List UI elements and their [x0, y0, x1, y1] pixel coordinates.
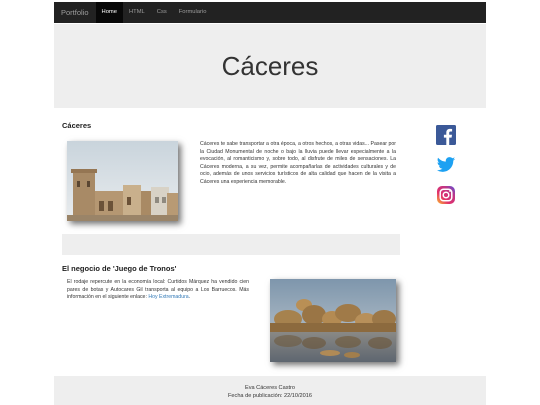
navbar-brand[interactable]: Portfolio [54, 2, 96, 23]
instagram-icon[interactable] [436, 185, 456, 205]
nav-item-home[interactable]: Home [95, 2, 123, 23]
section-title-caceres: Cáceres [62, 121, 92, 130]
page-title: Cáceres [221, 50, 319, 81]
section2-text-end: . [188, 294, 191, 301]
jumbotron: Cáceres [54, 24, 486, 108]
nav-item-formulario[interactable]: Formulario [173, 2, 213, 23]
nav-item-html[interactable]: HTML [123, 2, 151, 23]
section2-text: El rodaje repercute en la economía local… [67, 279, 249, 302]
section1-text: Cáceres te sabe transportar a otra época… [200, 141, 396, 185]
footer: Eva Cáceres Castro Fecha de publicación:… [54, 376, 486, 405]
twitter-icon[interactable] [436, 155, 456, 175]
navbar: Portfolio Home HTML Css Formulario [54, 2, 486, 23]
caceres-photo [67, 141, 178, 221]
facebook-icon[interactable] [436, 125, 456, 145]
gray-divider-bar [62, 234, 400, 255]
footer-date: Fecha de publicación: 22/10/2016 [228, 393, 312, 399]
hoy-extremadura-link[interactable]: Hoy Extremadura [148, 294, 188, 300]
footer-author: Eva Cáceres Castro [244, 385, 296, 391]
nav-item-css[interactable]: Css [151, 2, 173, 23]
barruecos-photo [270, 279, 396, 362]
section-title-juego-de-tronos: El negocio de 'Juego de Tronos' [62, 264, 177, 273]
